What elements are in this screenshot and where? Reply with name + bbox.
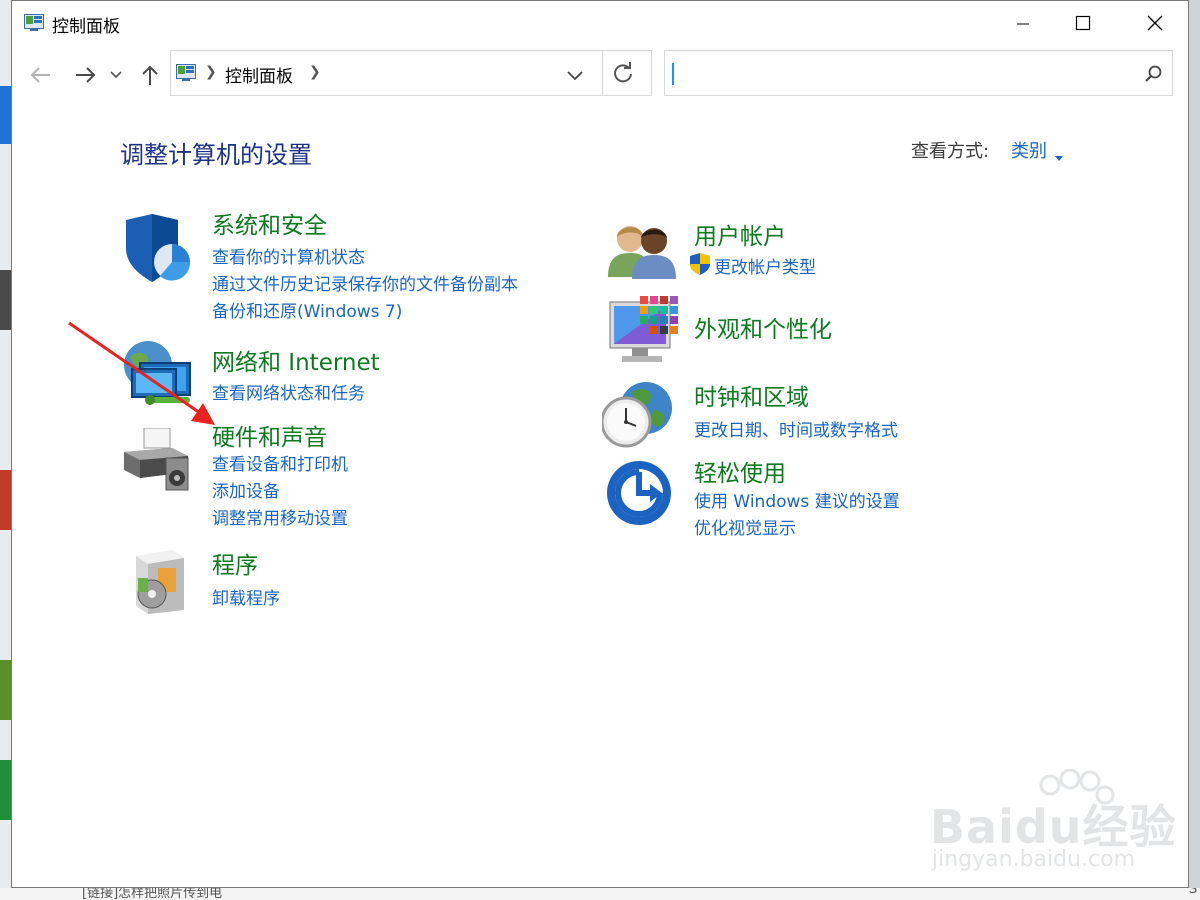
link-view-computer-status[interactable]: 查看你的计算机状态 — [212, 243, 365, 268]
refresh-button[interactable] — [612, 62, 634, 88]
close-icon — [1147, 15, 1163, 31]
link-windows-suggested-settings[interactable]: 使用 Windows 建议的设置 — [694, 487, 900, 512]
window-title: 控制面板 — [52, 17, 120, 37]
close-button[interactable] — [1120, 1, 1190, 45]
search-input[interactable] — [679, 59, 1123, 89]
category-title-ease-of-access[interactable]: 轻松使用 — [694, 454, 786, 488]
link-change-account-type[interactable]: 更改帐户类型 — [690, 253, 816, 280]
annotation-arrow-icon — [68, 321, 215, 425]
background-tile — [0, 760, 11, 820]
ease-of-access-icon[interactable] — [606, 460, 672, 530]
category-title-clock-region[interactable]: 时钟和区域 — [694, 378, 809, 412]
link-uninstall-program[interactable]: 卸载程序 — [212, 584, 280, 609]
address-dropdown-button[interactable] — [567, 66, 583, 85]
uac-shield-icon — [690, 253, 710, 280]
category-title-network-internet[interactable]: 网络和 Internet — [212, 343, 380, 377]
text-cursor — [672, 63, 674, 85]
background-link-text: [链接]怎样把照片传到电 — [82, 888, 223, 900]
shield-icon[interactable] — [122, 214, 194, 290]
search-box[interactable] — [664, 50, 1173, 96]
clock-globe-icon[interactable] — [600, 380, 676, 454]
category-title-system-security[interactable]: 系统和安全 — [212, 206, 327, 240]
search-icon[interactable] — [1145, 65, 1163, 87]
page-title: 调整计算机的设置 — [120, 141, 312, 169]
refresh-icon — [614, 62, 632, 83]
control-panel-window: 控制面板 ❯ 控制面板 ❯ 调整计算机的设置 查看方式: 类别 系统和安全 查看… — [11, 0, 1189, 888]
forward-arrow-icon — [76, 67, 96, 83]
background-text: S — [1189, 888, 1198, 897]
maximize-button[interactable] — [1048, 1, 1118, 45]
title-bar[interactable]: 控制面板 — [12, 1, 1188, 45]
link-backup-restore[interactable]: 备份和还原(Windows 7) — [212, 297, 402, 322]
back-button[interactable] — [26, 61, 54, 89]
link-add-device[interactable]: 添加设备 — [212, 477, 280, 502]
up-arrow-icon — [142, 65, 158, 85]
link-mobility-settings[interactable]: 调整常用移动设置 — [212, 504, 348, 529]
back-arrow-icon — [30, 67, 50, 83]
category-title-programs[interactable]: 程序 — [212, 546, 258, 580]
minimize-icon — [1017, 23, 1029, 25]
link-change-date-time-format[interactable]: 更改日期、时间或数字格式 — [694, 416, 898, 441]
link-optimize-visual-display[interactable]: 优化视觉显示 — [694, 514, 796, 539]
up-button[interactable] — [136, 61, 164, 89]
background-tile — [0, 86, 11, 144]
background-tile — [0, 470, 11, 530]
background-taskbar-strip: [链接]怎样把照片传到电 S — [0, 888, 1200, 900]
category-title-appearance[interactable]: 外观和个性化 — [694, 310, 832, 344]
view-by-label: 查看方式: — [911, 141, 990, 162]
category-title-user-accounts[interactable]: 用户帐户 — [694, 217, 786, 251]
view-by-dropdown[interactable]: 类别 — [1011, 137, 1047, 163]
link-file-history-backup[interactable]: 通过文件历史记录保存你的文件备份副本 — [212, 270, 518, 295]
chevron-down-icon — [110, 71, 122, 79]
appearance-monitor-icon[interactable] — [608, 296, 678, 368]
watermark-url: jingyan.baidu.com — [932, 847, 1136, 872]
link-view-devices-printers[interactable]: 查看设备和打印机 — [212, 450, 348, 475]
recent-locations-button[interactable] — [108, 61, 124, 89]
forward-button[interactable] — [72, 61, 100, 89]
programs-box-icon[interactable] — [130, 548, 188, 618]
users-icon[interactable] — [608, 219, 676, 283]
address-divider — [602, 51, 603, 95]
breadcrumb-control-panel[interactable]: 控制面板 — [225, 62, 293, 87]
address-bar[interactable]: ❯ 控制面板 ❯ — [170, 50, 652, 96]
background-tile — [0, 660, 11, 720]
caret-down-icon[interactable] — [1055, 146, 1063, 165]
breadcrumb-separator-icon[interactable]: ❯ — [309, 64, 321, 80]
breadcrumb-separator-icon[interactable]: ❯ — [205, 64, 217, 80]
maximize-icon — [1075, 15, 1091, 31]
control-panel-icon — [175, 64, 197, 86]
background-tile — [0, 270, 11, 330]
control-panel-icon — [24, 14, 44, 36]
link-label[interactable]: 更改帐户类型 — [714, 258, 816, 278]
chevron-down-icon — [567, 71, 583, 81]
